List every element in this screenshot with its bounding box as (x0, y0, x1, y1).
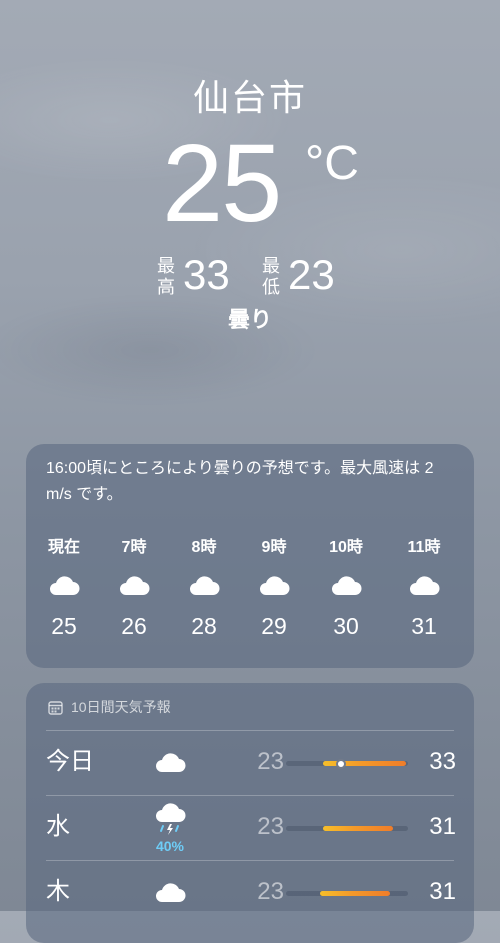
cloud-icon (156, 883, 186, 902)
high-low-temperatures: 最高 33 最低 23 (0, 252, 500, 302)
hour-label: 10時 (329, 539, 363, 556)
day-high-temperature: 31 (429, 813, 456, 840)
cloud-icon (332, 576, 362, 595)
day-name: 木 (46, 878, 70, 905)
hour-temperature: 29 (261, 613, 287, 639)
city-name: 仙台市 (192, 77, 307, 118)
hour-temperature: 30 (333, 613, 359, 639)
hourly-forecast-card[interactable]: 16:00頃にところにより曇りの予想です。最大風速は 2 m/s です。 現在 … (26, 444, 474, 668)
hourly-item: 8時 28 (174, 538, 234, 640)
day-low-temperature: 23 (257, 813, 284, 840)
hourly-item: 7時 26 (104, 538, 164, 640)
low-label: 最低 (260, 256, 282, 298)
high-label-text: 最高 (157, 256, 175, 297)
cloud-icon (260, 576, 290, 595)
hour-label: 8時 (191, 539, 217, 556)
low-temperature: 23 (288, 251, 335, 298)
hour-label: 現在 (47, 539, 80, 556)
precipitation-chance: 40% (155, 838, 185, 854)
day-weather (150, 875, 190, 905)
day-name: 水 (46, 813, 70, 840)
temperature-range-bar (286, 826, 408, 831)
high-temperature: 33 (183, 251, 230, 298)
day-name: 今日 (46, 748, 94, 775)
weather-condition: 曇り (227, 307, 272, 332)
cloud-icon (410, 576, 440, 595)
day-low-temperature: 23 (257, 748, 284, 775)
hour-temperature: 31 (411, 613, 437, 639)
hourly-item: 10時 30 (316, 538, 376, 640)
current-temperature-block: 25 °C (0, 124, 500, 244)
hourly-item: 9時 29 (244, 538, 304, 640)
forecast-summary: 16:00頃にところにより曇りの予想です。最大風速は 2 m/s です。 (46, 460, 434, 503)
temperature-range-bar (286, 758, 408, 769)
current-temperature-marker (335, 758, 346, 769)
day-row-thursday[interactable]: 木 23 31 (26, 861, 474, 925)
calendar-icon (48, 700, 63, 715)
day-high-temperature: 33 (429, 748, 456, 775)
ten-day-forecast-title: 10日間天気予報 (71, 699, 171, 715)
temperature-range-bar (286, 891, 408, 896)
hour-label: 7時 (121, 539, 147, 556)
current-temperature: 25 (162, 122, 282, 245)
low-label-text: 最低 (262, 256, 280, 297)
thunderstorm-rain-icon (156, 803, 186, 835)
day-low-temperature: 23 (257, 878, 284, 905)
hour-temperature: 28 (191, 613, 217, 639)
temperature-range-fill (320, 891, 390, 896)
hour-temperature: 26 (121, 613, 147, 639)
day-row-wednesday[interactable]: 水 40% 23 31 (26, 796, 474, 860)
hourly-item: 11時 31 (394, 538, 454, 640)
day-row-today[interactable]: 今日 23 33 (26, 731, 474, 795)
cloud-icon (190, 576, 220, 595)
day-high-temperature: 31 (429, 878, 456, 905)
cloud-icon (120, 576, 150, 595)
day-weather (150, 745, 190, 775)
temperature-unit: °C (305, 137, 359, 190)
hour-label: 11時 (407, 539, 441, 556)
ten-day-forecast-header: 10日間天気予報 (48, 697, 171, 717)
day-weather: 40% (150, 803, 190, 854)
cloud-icon (50, 576, 80, 595)
hour-temperature: 25 (51, 613, 77, 639)
temperature-range-fill (322, 826, 394, 831)
hour-label: 9時 (261, 539, 287, 556)
hourly-item: 現在 25 (34, 538, 94, 640)
ten-day-forecast-card[interactable]: 10日間天気予報 今日 23 33 水 40% 23 31 木 23 31 (26, 683, 474, 943)
high-label: 最高 (155, 256, 177, 298)
cloud-icon (156, 753, 186, 772)
